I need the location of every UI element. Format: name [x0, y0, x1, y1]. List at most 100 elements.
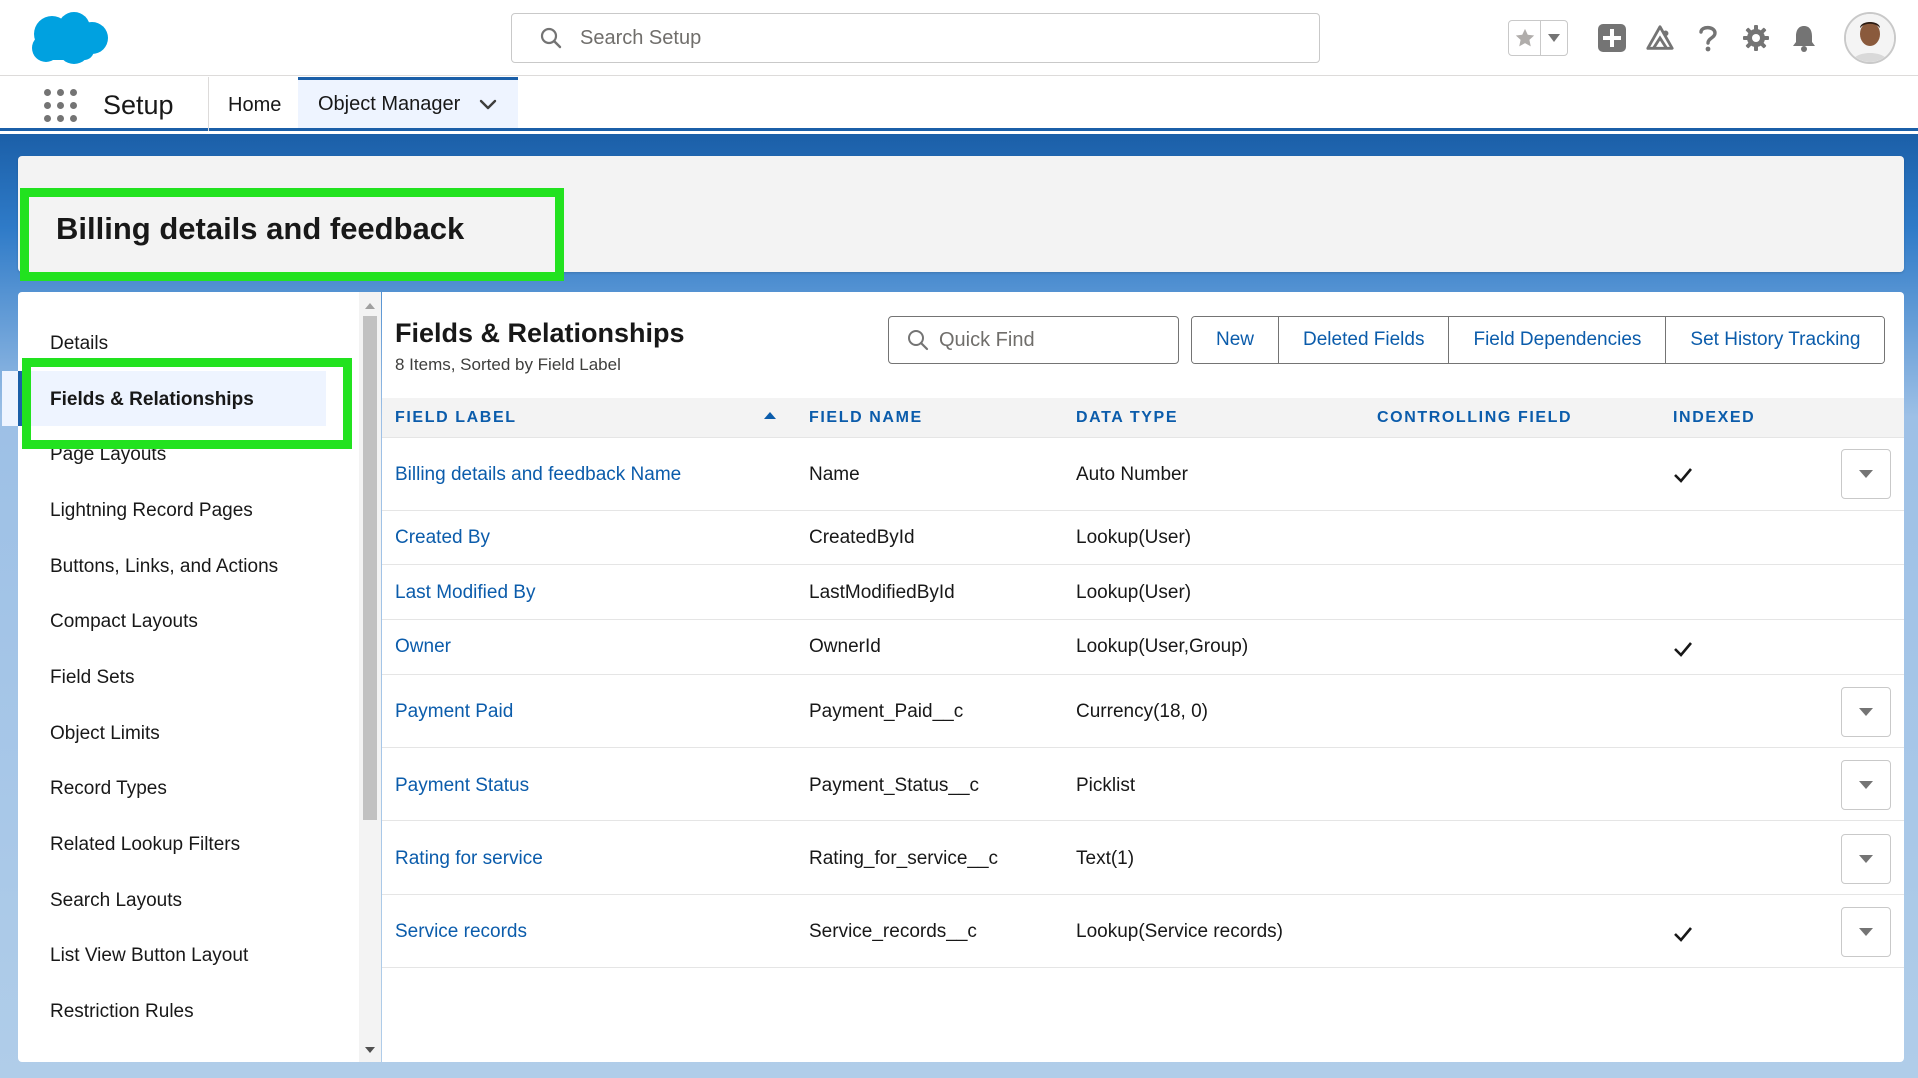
scrollbar-thumb[interactable] [363, 316, 377, 820]
header-actions [1508, 12, 1896, 64]
sidebar-item-search-layouts[interactable]: Search Layouts [50, 890, 182, 912]
chevron-down-icon[interactable] [478, 94, 498, 114]
table-row [382, 821, 1904, 895]
row-actions-dropdown[interactable] [1841, 907, 1891, 957]
column-header-field-label[interactable]: FIELD LABEL [395, 409, 517, 427]
caret-down-icon [1859, 855, 1873, 863]
field-label-link[interactable]: Rating for service [395, 848, 543, 870]
gear-icon [1743, 25, 1769, 51]
field-name-cell: LastModifiedById [809, 582, 955, 603]
data-type-cell: Lookup(User) [1076, 527, 1192, 548]
field-name-cell: OwnerId [809, 636, 881, 657]
favorites-group [1508, 20, 1568, 56]
field-label-link[interactable]: Payment Status [395, 775, 529, 797]
favorites-dropdown-button[interactable] [1541, 21, 1567, 55]
new-button[interactable]: New [1192, 317, 1280, 363]
setup-gear-button[interactable] [1741, 23, 1771, 53]
field-label-link[interactable]: Created By [395, 527, 490, 549]
tab-object-manager-label: Object Manager [318, 92, 461, 115]
sidebar-item-record-types[interactable]: Record Types [50, 778, 167, 800]
indexed-check-icon [1674, 642, 1692, 657]
sidebar-item-compact-layouts[interactable]: Compact Layouts [50, 611, 198, 633]
sort-ascending-icon[interactable] [764, 412, 776, 419]
caret-down-icon [1859, 781, 1873, 789]
data-type-cell: Text(1) [1076, 848, 1135, 869]
search-setup-input[interactable] [580, 26, 1280, 50]
search-icon [540, 27, 562, 49]
help-icon [1699, 25, 1717, 52]
field-name-cell: Name [809, 464, 860, 485]
avatar-icon [1846, 14, 1894, 62]
field-label-link[interactable]: Owner [395, 636, 451, 658]
trailhead-guidance-button[interactable] [1645, 23, 1675, 53]
field-label-link[interactable]: Payment Paid [395, 701, 513, 723]
global-header [0, 0, 1918, 76]
sidebar-item-field-sets[interactable]: Field Sets [50, 667, 134, 689]
row-actions-dropdown[interactable] [1841, 449, 1891, 499]
scroll-up-arrow-icon[interactable] [364, 300, 376, 312]
object-title: Billing details and feedback [56, 211, 465, 246]
sidebar-item-buttons-links-actions[interactable]: Buttons, Links, and Actions [50, 556, 278, 578]
table-row [382, 748, 1904, 821]
section-title: Fields & Relationships [395, 318, 685, 348]
scroll-down-arrow-icon[interactable] [364, 1044, 376, 1056]
field-dependencies-button[interactable]: Field Dependencies [1449, 317, 1667, 363]
quick-find-input[interactable] [939, 328, 1159, 352]
data-type-cell: Lookup(Service records) [1076, 921, 1283, 942]
sidebar-item-restriction-rules[interactable]: Restriction Rules [50, 1001, 194, 1023]
column-header-data-type[interactable]: DATA TYPE [1076, 409, 1178, 427]
row-actions-dropdown[interactable] [1841, 760, 1891, 810]
column-header-controlling-field[interactable]: CONTROLLING FIELD [1377, 409, 1572, 427]
sidebar-item-lightning-record-pages[interactable]: Lightning Record Pages [50, 500, 253, 522]
app-launcher-button[interactable] [44, 89, 78, 123]
global-actions-button[interactable] [1597, 23, 1627, 53]
field-name-cell: Payment_Status__c [809, 775, 980, 796]
field-label-link[interactable]: Last Modified By [395, 582, 535, 604]
indexed-check-icon [1674, 927, 1692, 942]
sidebar-item-object-limits[interactable]: Object Limits [50, 723, 160, 745]
salesforce-logo[interactable] [22, 8, 112, 70]
deleted-fields-button[interactable]: Deleted Fields [1279, 317, 1450, 363]
tab-home[interactable]: Home [228, 94, 281, 117]
data-type-cell: Lookup(User,Group) [1076, 636, 1249, 657]
app-navigation: Setup Home Object Manager [0, 77, 1918, 131]
field-label-link[interactable]: Service records [395, 921, 527, 943]
notifications-button[interactable] [1789, 23, 1819, 53]
sidebar-item-related-lookup-filters[interactable]: Related Lookup Filters [50, 834, 240, 856]
star-icon [1515, 28, 1534, 47]
sidebar-item-details[interactable]: Details [50, 333, 108, 355]
row-actions-dropdown[interactable] [1841, 834, 1891, 884]
field-name-cell: CreatedById [809, 527, 915, 548]
trailhead-icon [1646, 25, 1674, 50]
favorite-star-button[interactable] [1509, 21, 1541, 55]
data-type-cell: Picklist [1076, 775, 1136, 796]
field-label-link[interactable]: Billing details and feedback Name [395, 464, 681, 486]
highlight-box-sidebar [22, 358, 352, 449]
app-name: Setup [103, 90, 174, 120]
sidebar-item-list-view-button-layout[interactable]: List View Button Layout [50, 945, 248, 967]
action-button-group: New Deleted Fields Field Dependencies Se… [1191, 316, 1886, 364]
search-icon [908, 330, 929, 351]
global-search[interactable] [511, 13, 1320, 63]
user-avatar[interactable] [1844, 12, 1896, 64]
caret-down-icon [1548, 34, 1560, 42]
help-button[interactable] [1693, 23, 1723, 53]
caret-down-icon [1859, 470, 1873, 478]
row-actions-dropdown[interactable] [1841, 687, 1891, 737]
caret-down-icon [1859, 708, 1873, 716]
indexed-check-icon [1674, 468, 1692, 483]
section-subtitle: 8 Items, Sorted by Field Label [395, 355, 621, 374]
quick-find[interactable] [888, 316, 1179, 364]
field-name-cell: Service_records__c [809, 921, 977, 942]
add-icon [1598, 24, 1626, 52]
column-header-indexed[interactable]: INDEXED [1673, 409, 1755, 427]
column-header-field-name[interactable]: FIELD NAME [809, 409, 923, 427]
sidebar-scrollbar[interactable] [359, 292, 381, 1062]
data-type-cell: Currency(18, 0) [1076, 701, 1208, 722]
field-name-cell: Payment_Paid__c [809, 701, 964, 722]
field-name-cell: Rating_for_service__c [809, 848, 999, 869]
set-history-tracking-button[interactable]: Set History Tracking [1666, 317, 1885, 363]
data-type-cell: Lookup(User) [1076, 582, 1192, 603]
tab-object-manager[interactable]: Object Manager [298, 77, 518, 128]
caret-down-icon [1859, 928, 1873, 936]
